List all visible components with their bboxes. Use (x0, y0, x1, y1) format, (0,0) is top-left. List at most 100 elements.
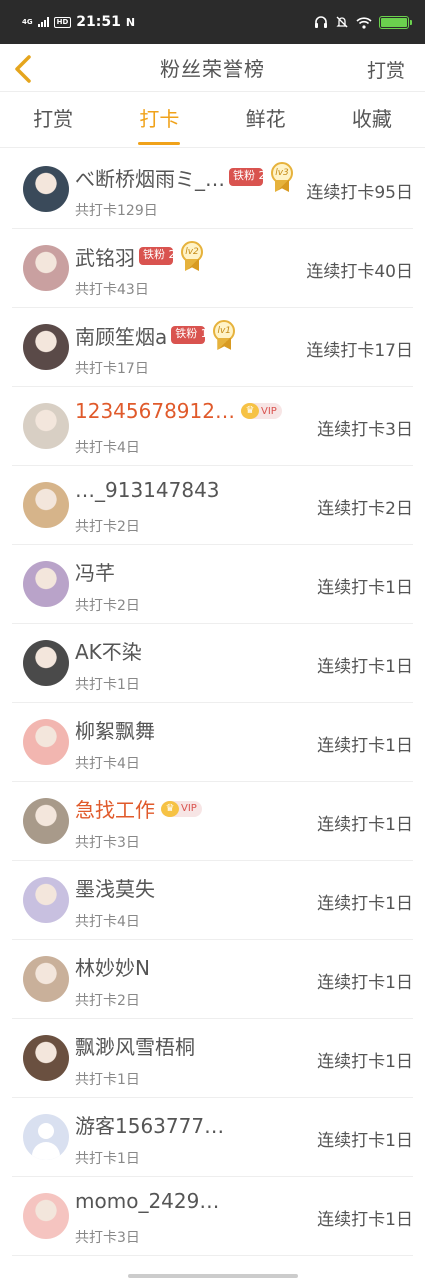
user-name[interactable]: AK不染 (75, 636, 142, 665)
streak-checkins: 连续打卡1日 (317, 1131, 413, 1151)
list-item[interactable]: 飘渺风雪梧桐 共打卡1日 连续打卡1日 (12, 1019, 413, 1098)
total-checkins: 共打卡129日 (75, 203, 158, 219)
total-checkins: 共打卡4日 (75, 914, 140, 930)
streak-checkins: 连续打卡3日 (317, 420, 413, 440)
chevron-left-icon (15, 55, 31, 83)
avatar[interactable] (23, 166, 69, 212)
tab-checkin[interactable]: 打卡 (106, 92, 212, 147)
user-name[interactable]: 林妙妙N (75, 952, 150, 981)
avatar[interactable] (23, 1035, 69, 1081)
user-name[interactable]: 游客1563777… (75, 1110, 224, 1139)
list-item[interactable]: 游客1563777… 共打卡1日 连续打卡1日 (12, 1098, 413, 1177)
total-checkins: 共打卡1日 (75, 1072, 140, 1088)
avatar[interactable] (23, 640, 69, 686)
total-checkins: 共打卡2日 (75, 598, 140, 614)
clock: 21:51 (76, 14, 121, 30)
avatar[interactable] (23, 719, 69, 765)
fan-level-tag: 铁粉 2 (229, 168, 263, 186)
streak-checkins: 连续打卡1日 (317, 973, 413, 993)
medal-icon: lv1 (211, 320, 237, 350)
avatar[interactable] (23, 482, 69, 528)
streak-checkins: 连续打卡1日 (317, 894, 413, 914)
avatar[interactable] (23, 1193, 69, 1239)
tab-reward[interactable]: 打赏 (0, 92, 106, 147)
user-name[interactable]: 武铭羽 (75, 242, 135, 271)
list-item[interactable]: 武铭羽 铁粉 2 lv2 共打卡43日 连续打卡40日 (12, 229, 413, 308)
user-name[interactable]: …_913147843 (75, 478, 220, 502)
nav-bar: 粉丝荣誉榜 打赏 (0, 44, 425, 92)
user-name[interactable]: 柳絮飘舞 (75, 715, 155, 744)
total-checkins: 共打卡4日 (75, 440, 140, 456)
medal-icon: lv3 (269, 162, 295, 192)
list-item[interactable]: AK不染 共打卡1日 连续打卡1日 (12, 624, 413, 703)
home-indicator (128, 1274, 298, 1278)
user-name[interactable]: べ断桥烟雨ミ_… (75, 163, 225, 192)
notification-icon: N (125, 15, 136, 29)
tab-flowers[interactable]: 鲜花 (213, 92, 319, 147)
streak-checkins: 连续打卡1日 (317, 815, 413, 835)
user-name[interactable]: 冯芊 (75, 557, 115, 586)
total-checkins: 共打卡17日 (75, 361, 149, 377)
tab-favorites[interactable]: 收藏 (319, 92, 425, 147)
user-name[interactable]: 12345678912… (75, 399, 235, 423)
crown-icon: ♛ (240, 403, 259, 419)
list-item[interactable]: 墨浅莫失 共打卡4日 连续打卡1日 (12, 861, 413, 940)
list-item[interactable]: 林妙妙N 共打卡2日 连续打卡1日 (12, 940, 413, 1019)
headphones-icon (315, 16, 327, 28)
mute-icon (336, 16, 348, 28)
list-item[interactable]: momo_2429… 共打卡3日 连续打卡1日 (12, 1177, 413, 1256)
reward-button[interactable]: 打赏 (367, 56, 405, 83)
list-item[interactable]: 冯芊 共打卡2日 连续打卡1日 (12, 545, 413, 624)
vip-badge: ♛ VIP (161, 800, 202, 817)
list-item[interactable]: べ断桥烟雨ミ_… 铁粉 2 lv3 共打卡129日 连续打卡95日 (12, 150, 413, 229)
streak-checkins: 连续打卡2日 (317, 499, 413, 519)
list-item[interactable]: …_913147843 共打卡2日 连续打卡2日 (12, 466, 413, 545)
medal-icon: lv2 (179, 241, 205, 271)
streak-checkins: 连续打卡1日 (317, 1052, 413, 1072)
total-checkins: 共打卡1日 (75, 677, 140, 693)
total-checkins: 共打卡4日 (75, 756, 140, 772)
signal-icon (37, 17, 49, 27)
tab-bar: 打赏 打卡 鲜花 收藏 (0, 92, 425, 148)
total-checkins: 共打卡2日 (75, 993, 140, 1009)
page-title: 粉丝荣誉榜 (160, 57, 265, 81)
fan-level-tag: 铁粉 2 (139, 247, 173, 265)
status-bar: 4G HD 21:51 N (0, 0, 425, 44)
user-name[interactable]: momo_2429… (75, 1189, 219, 1213)
streak-checkins: 连续打卡1日 (317, 736, 413, 756)
list-item[interactable]: 南顾笙烟a 铁粉 1 lv1 共打卡17日 连续打卡17日 (12, 308, 413, 387)
user-name[interactable]: 急找工作 (75, 794, 155, 823)
total-checkins: 共打卡2日 (75, 519, 140, 535)
list-item[interactable]: 柳絮飘舞 共打卡4日 连续打卡1日 (12, 703, 413, 782)
user-name[interactable]: 飘渺风雪梧桐 (75, 1031, 195, 1060)
avatar[interactable] (23, 561, 69, 607)
vip-badge: ♛ VIP (240, 403, 282, 419)
streak-checkins: 连续打卡1日 (317, 1210, 413, 1230)
total-checkins: 共打卡43日 (75, 282, 149, 298)
total-checkins: 共打卡3日 (75, 835, 140, 851)
streak-checkins: 连续打卡1日 (317, 657, 413, 677)
total-checkins: 共打卡3日 (75, 1230, 140, 1246)
avatar[interactable] (23, 403, 69, 449)
avatar[interactable] (23, 245, 69, 291)
streak-checkins: 连续打卡17日 (306, 341, 413, 361)
streak-checkins: 连续打卡40日 (306, 262, 413, 282)
list-item[interactable]: 急找工作 ♛ VIP 共打卡3日 连续打卡1日 (12, 782, 413, 861)
hd-icon: HD (53, 16, 72, 28)
avatar[interactable] (23, 877, 69, 923)
avatar[interactable] (23, 956, 69, 1002)
user-name[interactable]: 墨浅莫失 (75, 873, 155, 902)
fan-list: べ断桥烟雨ミ_… 铁粉 2 lv3 共打卡129日 连续打卡95日 武铭羽 铁粉 … (0, 150, 425, 1256)
avatar[interactable] (23, 1114, 69, 1160)
total-checkins: 共打卡1日 (75, 1151, 140, 1167)
wifi-icon (356, 16, 372, 29)
avatar[interactable] (23, 798, 69, 844)
crown-icon: ♛ (161, 800, 179, 817)
streak-checkins: 连续打卡1日 (317, 578, 413, 598)
network-type: 4G (22, 17, 33, 26)
user-name[interactable]: 南顾笙烟a (75, 321, 167, 350)
back-button[interactable] (6, 52, 40, 86)
avatar[interactable] (23, 324, 69, 370)
streak-checkins: 连续打卡95日 (306, 183, 413, 203)
list-item[interactable]: 12345678912… ♛ VIP 共打卡4日 连续打卡3日 (12, 387, 413, 466)
